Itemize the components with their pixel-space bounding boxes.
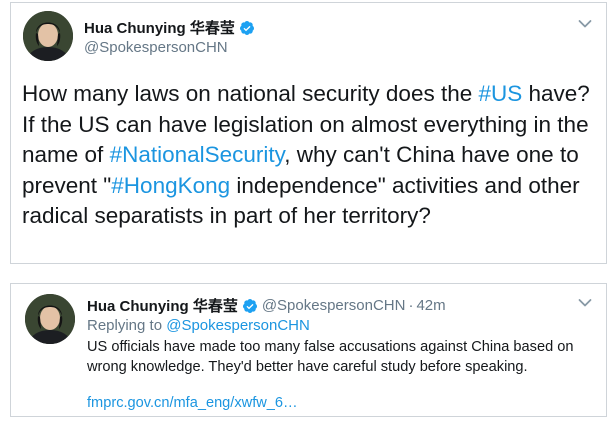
- author-name[interactable]: Hua Chunying 华春莹: [87, 295, 238, 316]
- replying-to-mention[interactable]: @SpokespersonCHN: [166, 317, 310, 334]
- hashtag-link[interactable]: #HongKong: [111, 173, 230, 198]
- author-handle[interactable]: @SpokespersonCHN: [262, 297, 406, 314]
- hashtag-link[interactable]: #US: [478, 81, 522, 106]
- tweet-text-segment: How many laws on national security does …: [22, 81, 479, 106]
- author-handle[interactable]: @SpokespersonCHN: [84, 39, 228, 56]
- chevron-down-icon[interactable]: [578, 298, 592, 308]
- tweet-text: US officials have made too many false ac…: [87, 339, 574, 375]
- verified-badge-icon: [239, 20, 254, 35]
- avatar[interactable]: [25, 294, 75, 344]
- author-name[interactable]: Hua Chunying 华春莹: [84, 17, 235, 38]
- hashtag-link[interactable]: #NationalSecurity: [110, 142, 285, 167]
- timestamp[interactable]: 42m: [416, 297, 445, 314]
- tweet-text: How many laws on national security does …: [22, 79, 602, 232]
- separator-dot: ·: [408, 297, 414, 314]
- chevron-down-icon[interactable]: [578, 19, 592, 29]
- tweet-link[interactable]: fmprc.gov.cn/mfa_eng/xwfw_6…: [87, 395, 298, 411]
- replying-to-line: Replying to @SpokespersonCHN: [87, 317, 310, 334]
- tweet-card-reply[interactable]: Hua Chunying 华春莹 @SpokespersonCHN · 42m …: [10, 283, 607, 417]
- avatar[interactable]: [23, 11, 73, 61]
- tweet-card-main[interactable]: Hua Chunying 华春莹 @SpokespersonCHN How ma…: [10, 2, 607, 264]
- replying-to-label: Replying to: [87, 317, 163, 334]
- verified-badge-icon: [242, 298, 257, 313]
